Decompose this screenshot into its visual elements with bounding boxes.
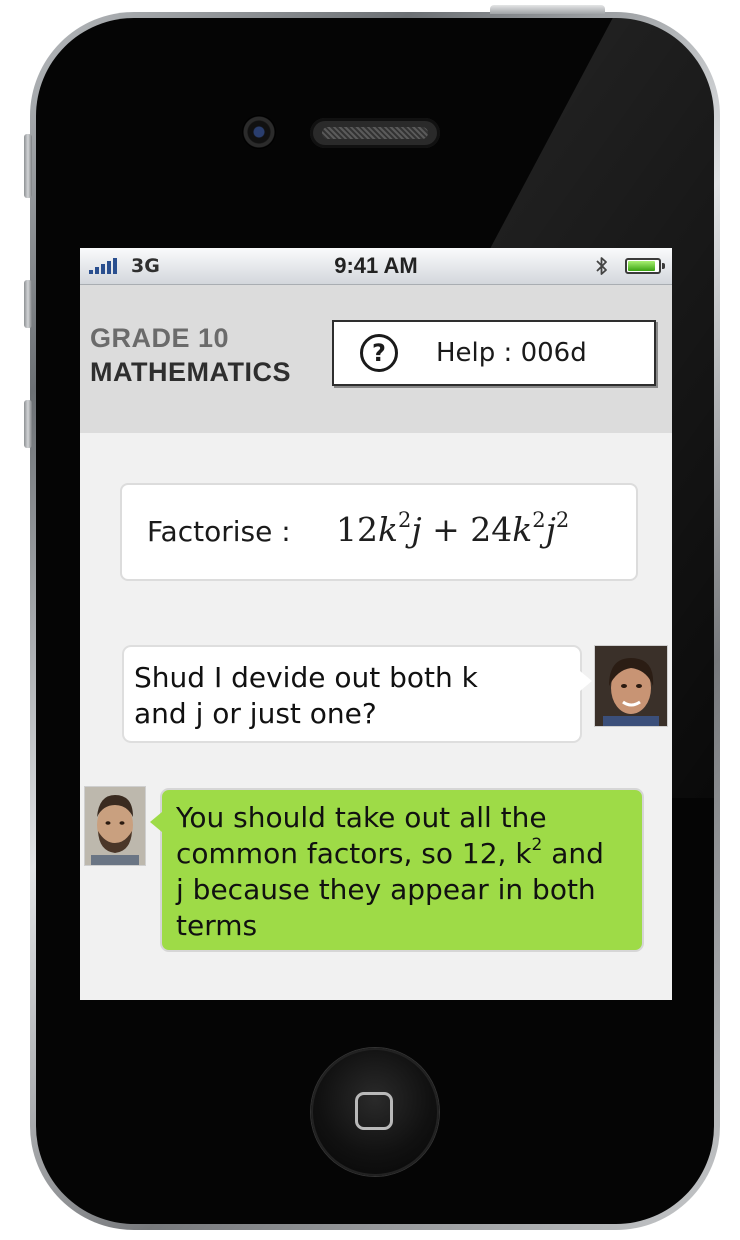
battery-level (628, 261, 655, 271)
student-message-bubble: Shud I devide out both k and j or just o… (122, 645, 592, 743)
front-camera (242, 115, 276, 149)
earpiece-speaker (310, 118, 440, 148)
mute-switch[interactable] (24, 134, 32, 198)
tutor-message-line: j because they appear in both (176, 873, 596, 906)
app-header: GRADE 10 MATHEMATICS ? Help : 006d (80, 285, 672, 433)
tutor-photo (85, 787, 145, 865)
problem-expression: 12k2j + 24k2j2 (336, 508, 570, 550)
plus-operator: + (432, 510, 460, 549)
subject-title: MATHEMATICS (90, 357, 291, 387)
student-photo (595, 646, 667, 726)
volume-up-button[interactable] (24, 280, 32, 328)
tutor-message-line: terms (176, 909, 258, 942)
app-screen: 3G 9:41 AM GRADE 10 MATHEMATICS ? Help :… (80, 248, 672, 1000)
term2-exponent-k: 2 (532, 508, 546, 532)
status-time: 9:41 AM (334, 253, 418, 278)
power-button[interactable] (490, 5, 605, 14)
tutor-message-fragment: common factors, so 12, k (176, 837, 532, 870)
volume-down-button[interactable] (24, 400, 32, 448)
home-button[interactable] (311, 1048, 439, 1176)
help-button[interactable]: ? Help : 006d (332, 320, 656, 386)
grade-label: GRADE 10 (90, 323, 230, 353)
tutor-message-exponent: 2 (531, 835, 543, 855)
help-button-label: Help : 006d (436, 338, 587, 368)
tutor-message-fragment: and (542, 837, 604, 870)
tutor-message-line: You should take out all the (176, 801, 547, 834)
problem-prefix: Factorise : (147, 515, 291, 548)
home-button-icon (355, 1092, 393, 1130)
tutor-avatar[interactable] (84, 786, 146, 866)
term2-exponent-j: 2 (555, 508, 570, 532)
problem-card: Factorise : 12k2j + 24k2j2 (120, 483, 638, 581)
tutor-message-line: common factors, so 12, k2 and (176, 836, 628, 872)
term1-variable-j: j (411, 510, 422, 549)
term2-variable-j: j (545, 510, 556, 549)
term2-coefficient: 24 (470, 510, 513, 549)
student-avatar[interactable] (594, 645, 668, 727)
term1-variable-k: k (378, 510, 398, 549)
term1-coefficient: 12 (336, 510, 378, 549)
student-message-line: and j or just one? (134, 697, 377, 730)
status-bar: 3G 9:41 AM (80, 248, 672, 285)
student-message-line: Shud I devide out both k (134, 661, 478, 694)
bluetooth-icon (596, 257, 607, 275)
question-circle-icon: ? (360, 334, 398, 372)
term2-variable-k: k (512, 510, 533, 549)
term1-exponent-k: 2 (398, 508, 412, 532)
tutor-message-bubble: You should take out all the common facto… (150, 788, 644, 952)
battery-icon (625, 258, 665, 274)
